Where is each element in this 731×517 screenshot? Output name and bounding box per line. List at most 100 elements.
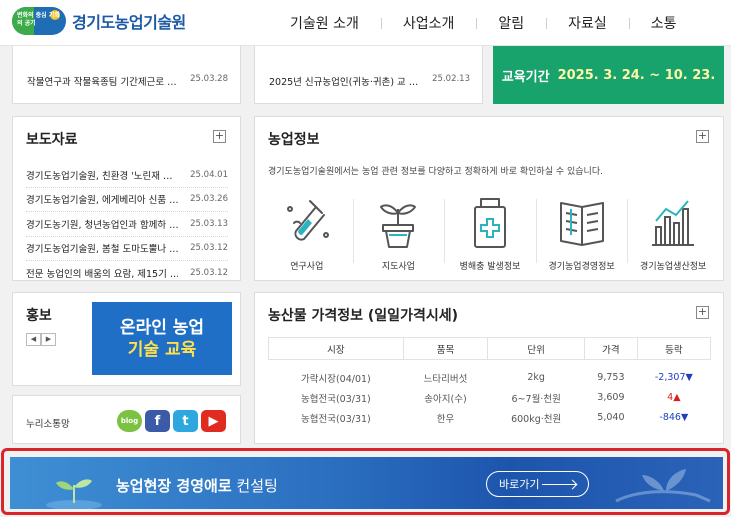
cell-change: -2,307▼ xyxy=(637,368,710,388)
sprout-icon xyxy=(46,479,102,509)
list-item-title: 경기도농기원, 청년농업인과 함께하 … xyxy=(26,219,178,231)
down-arrow-icon: ▼ xyxy=(680,412,689,423)
price-table: 시장 품목 단위 가격 등락 가락시장(04/01) 느타리버섯 2kg 9,7… xyxy=(268,337,712,428)
list-item-title: 전문 농업인의 배움의 요람, 제15기 … xyxy=(26,269,178,281)
bar-chart-icon xyxy=(652,200,695,246)
blog-icon[interactable]: blog xyxy=(117,410,142,432)
twitter-icon[interactable]: t xyxy=(173,410,198,432)
list-item-title: 작물연구과 작물육종팀 기간제근로 … xyxy=(27,77,177,88)
list-item-date: 25.04.01 xyxy=(190,169,228,180)
sprout-pot-icon xyxy=(380,204,417,248)
facebook-icon[interactable]: f xyxy=(145,410,170,432)
list-item[interactable]: 경기도농업기술원, 에게베리아 신품 … 25.03.26 xyxy=(26,188,228,212)
prev-arrow-icon[interactable]: ◀ xyxy=(26,333,41,346)
panel-title: 보도자료 xyxy=(26,132,78,148)
shortcut-label: 경기농업경영정보 xyxy=(548,262,615,272)
shortcut-label: 연구사업 xyxy=(290,262,324,272)
cell-unit: 6~7월·천원 xyxy=(511,393,561,405)
site-logo[interactable]: 변화의 중심 기회의 공기 경기도농업기술원 xyxy=(12,7,186,35)
cell-change: 4▲ xyxy=(637,388,710,408)
shortcut-extension[interactable]: 지도사업 xyxy=(352,195,445,272)
logo-text: 경기도농업기술원 xyxy=(72,13,186,32)
panel-title: 농산물 가격정보 (일일가격시세) xyxy=(268,308,458,324)
main-nav: 기술원 소개 사업소개 알림 자료실 소통 xyxy=(268,13,699,33)
cell-change: -846▼ xyxy=(637,408,710,428)
list-item[interactable]: 경기도농업기술원, 친환경 '노린재 … 25.04.01 xyxy=(26,163,228,188)
list-item-date: 25.03.13 xyxy=(190,218,228,229)
banner-text-rest: 컨설팅 xyxy=(231,477,278,495)
list-item[interactable]: 2025년 신규농업인(귀농·귀촌) 교 … 25.02.13 xyxy=(269,74,470,88)
education-period-banner[interactable]: 교육기간 2025. 3. 24. ~ 10. 23. xyxy=(493,46,724,104)
cell-unit: 600kg·천원 xyxy=(511,413,562,425)
table-spacer xyxy=(269,360,711,368)
nav-item-about[interactable]: 기술원 소개 xyxy=(268,13,381,33)
list-item-date: 25.03.12 xyxy=(190,243,228,254)
youtube-icon[interactable]: ▶ xyxy=(201,410,226,432)
nav-item-business[interactable]: 사업소개 xyxy=(380,13,477,33)
list-item-title: 경기도농업기술원, 친환경 '노린재 … xyxy=(26,170,173,182)
table-row: 가락시장(04/01) 느타리버섯 2kg 9,753 -2,307▼ xyxy=(269,368,711,388)
cell-price: 3,609 xyxy=(597,392,625,403)
list-item[interactable]: 전문 농업인의 배움의 요람, 제15기 … 25.03.12 xyxy=(26,261,228,286)
sns-label: 누리소통망 xyxy=(26,419,70,430)
site-header: 변화의 중심 기회의 공기 경기도농업기술원 기술원 소개 사업소개 알림 자료… xyxy=(0,0,731,46)
agri-info-panel: 농업정보 + 경기도농업기술원에서는 농업 관련 정보를 다양하고 정확하게 바… xyxy=(254,116,724,281)
cell-market: 가락시장(04/01) xyxy=(301,373,371,385)
banner-label: 교육기간 xyxy=(501,69,550,85)
column-header: 등락 xyxy=(636,337,712,360)
cell-market: 농협전국(03/31) xyxy=(301,413,371,425)
list-item[interactable]: 작물연구과 작물육종팀 기간제근로 … 25.03.28 xyxy=(27,74,228,88)
cell-item: 한우 xyxy=(436,413,455,425)
notice-panel-partial: 작물연구과 작물육종팀 기간제근로 … 25.03.28 xyxy=(12,46,241,104)
more-button[interactable]: + xyxy=(696,306,709,319)
hand-seedling-icon xyxy=(615,469,711,503)
news-list: 경기도농업기술원, 친환경 '노린재 … 25.04.01 경기도농업기술원, … xyxy=(26,163,228,286)
price-info-panel: 농산물 가격정보 (일일가격시세) + 시장 품목 단위 가격 등락 가락시장(… xyxy=(254,292,724,444)
online-education-banner[interactable]: 온라인 농업 기술 교육 xyxy=(92,302,232,375)
cell-price: 5,040 xyxy=(597,412,625,423)
column-header: 품목 xyxy=(402,337,489,360)
table-row: 농협전국(03/31) 송아지(수) 6~7월·천원 3,609 4▲ xyxy=(269,388,711,408)
banner-text-bold: 농업현장 경영애로 xyxy=(116,477,232,495)
banner-line-1: 온라인 농업 xyxy=(119,317,205,338)
nav-item-notice[interactable]: 알림 xyxy=(476,13,546,33)
list-item-title: 2025년 신규농업인(귀농·귀촌) 교 … xyxy=(269,77,419,88)
shortcut-research[interactable]: 연구사업 xyxy=(261,195,353,272)
consulting-banner[interactable]: 농업현장 경영애로 컨설팅 바로가기 xyxy=(10,457,723,509)
arrow-right-icon xyxy=(542,484,576,485)
list-item-date: 25.02.13 xyxy=(432,74,470,84)
cell-item: 느타리버섯 xyxy=(423,373,468,385)
shortcut-management[interactable]: 경기농업경영정보 xyxy=(535,195,628,272)
shortcut-production[interactable]: 경기농업생산정보 xyxy=(627,195,719,272)
open-book-icon xyxy=(559,202,604,246)
cell-price: 9,753 xyxy=(597,372,625,383)
down-arrow-icon: ▼ xyxy=(685,372,693,383)
nav-item-communication[interactable]: 소통 xyxy=(628,13,699,33)
logo-mark-icon: 변화의 중심 기회의 공기 xyxy=(12,7,66,35)
list-item-title: 경기도농업기술원, 봄철 도마도뿔나 … xyxy=(26,244,178,256)
slider-controls: ◀ ▶ xyxy=(26,333,56,346)
go-button[interactable]: 바로가기 xyxy=(486,471,589,497)
go-button-label: 바로가기 xyxy=(499,478,540,491)
logo-slogan: 변화의 중심 기회의 공기 xyxy=(17,12,60,27)
cell-market: 농협전국(03/31) xyxy=(301,393,371,405)
list-item-title: 경기도농업기술원, 에게베리아 신품 … xyxy=(26,195,178,207)
list-item[interactable]: 경기도농기원, 청년농업인과 함께하 … 25.03.13 xyxy=(26,212,228,237)
list-item-date: 25.03.28 xyxy=(190,74,228,84)
more-button[interactable]: + xyxy=(213,130,226,143)
banner-text: 농업현장 경영애로 컨설팅 xyxy=(116,475,278,496)
shortcut-label: 지도사업 xyxy=(381,262,415,272)
promotion-panel: 홍보 ◀ ▶ 온라인 농업 기술 교육 xyxy=(12,292,241,386)
panel-title: 홍보 xyxy=(26,308,52,324)
nav-item-library[interactable]: 자료실 xyxy=(546,13,629,33)
sns-icons: blog f t ▶ xyxy=(117,410,226,432)
banner-line-2: 기술 교육 xyxy=(127,339,197,360)
change-value: -846 xyxy=(659,412,681,423)
more-button[interactable]: + xyxy=(696,130,709,143)
table-row: 농협전국(03/31) 한우 600kg·천원 5,040 -846▼ xyxy=(269,408,711,428)
panel-description: 경기도농업기술원에서는 농업 관련 정보를 다양하고 정확하게 바로 확인하실 … xyxy=(268,167,603,177)
shortcut-pest[interactable]: 병해충 발생정보 xyxy=(444,195,536,272)
info-shortcuts: 연구사업 지도사업 병해충 발생정보 경기농업경영정보 경기농업생산정보 xyxy=(261,195,719,272)
next-arrow-icon[interactable]: ▶ xyxy=(41,333,56,346)
list-item[interactable]: 경기도농업기술원, 봄철 도마도뿔나 … 25.03.12 xyxy=(26,237,228,261)
